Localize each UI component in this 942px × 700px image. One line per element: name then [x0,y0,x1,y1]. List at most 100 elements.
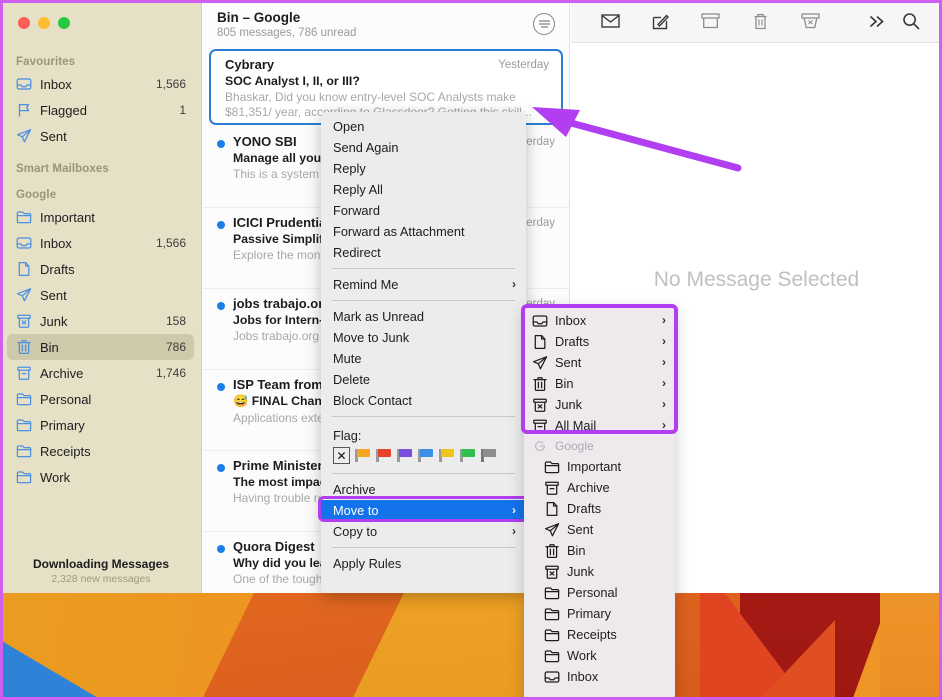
submenu-item-google-sent[interactable]: Sent [524,519,675,540]
menu-item-mark-as-unread[interactable]: Mark as Unread [321,306,526,327]
sidebar-item-count: 1,566 [155,236,186,250]
submenu-item-google-primary[interactable]: Primary [524,603,675,624]
flag-color-swatch[interactable] [397,449,413,462]
menu-item-remind-me[interactable]: Remind Me › [321,274,526,295]
menu-item-archive[interactable]: Archive [321,479,526,500]
sidebar-item-sent[interactable]: Sent [7,123,194,149]
menu-item-label: Open [333,119,365,134]
submenu-item-google-important[interactable]: Important [524,456,675,477]
menu-separator [332,473,515,474]
submenu-item-google-inbox[interactable]: Inbox [524,666,675,687]
menu-item-delete[interactable]: Delete [321,369,526,390]
submenu-item-drafts[interactable]: Drafts › [524,331,675,352]
maximize-button[interactable] [58,17,70,29]
sidebar: Favourites Inbox 1,566 Flagged 1 Sent Smart Ma… [0,0,202,593]
sidebar-item-important[interactable]: Important [7,204,194,230]
unread-dot [217,545,225,553]
sidebar-item-work[interactable]: Work [7,464,194,490]
inbox-icon [544,669,560,685]
submenu-item-google-work[interactable]: Work [524,645,675,666]
submenu-item-google-archive[interactable]: Archive [524,477,675,498]
menu-item-move-to-junk[interactable]: Move to Junk [321,327,526,348]
sidebar-item-inbox[interactable]: Inbox 1,566 [7,230,194,256]
sidebar-item-junk[interactable]: Junk 158 [7,308,194,334]
menu-item-reply-all[interactable]: Reply All [321,179,526,200]
mark-unread-icon[interactable] [585,0,635,43]
flag-color-swatch[interactable] [376,449,392,462]
menu-item-open[interactable]: Open [321,116,526,137]
menu-item-block-contact[interactable]: Block Contact [321,390,526,411]
move-to-submenu[interactable]: Inbox › Drafts › Sent › Bin › Junk › All Mail › Goog… [524,306,675,700]
menu-item-redirect[interactable]: Redirect [321,242,526,263]
sidebar-item-label: Drafts [40,261,75,277]
flag-color-swatch[interactable] [355,449,371,462]
menu-item-reply[interactable]: Reply [321,158,526,179]
submenu-item-google-receipts[interactable]: Receipts [524,624,675,645]
archive-icon[interactable] [685,0,735,43]
drafts-icon [15,261,32,278]
more-icon[interactable] [860,0,894,43]
submenu-item-sent[interactable]: Sent › [524,352,675,373]
sidebar-item-inbox[interactable]: Inbox 1,566 [7,71,194,97]
sidebar-item-bin[interactable]: Bin 786 [7,334,194,360]
menu-item-apply-rules[interactable]: Apply Rules [321,553,526,574]
menu-item-copy-to[interactable]: Copy to › [321,521,526,542]
filter-icon[interactable] [533,13,555,35]
search-icon[interactable] [894,0,928,43]
submenu-item-google-drafts[interactable]: Drafts [524,498,675,519]
flag-color-swatch[interactable] [439,449,455,462]
submenu-item-label: Bin [555,376,574,391]
close-button[interactable] [18,17,30,29]
sidebar-item-label: Sent [40,287,67,303]
flag-picker[interactable]: Flag: ✕ [321,422,526,468]
sidebar-item-sent[interactable]: Sent [7,282,194,308]
submenu-item-bin[interactable]: Bin › [524,373,675,394]
sidebar-item-receipts[interactable]: Receipts [7,438,194,464]
folder-icon [544,585,560,601]
sidebar-item-drafts[interactable]: Drafts [7,256,194,282]
submenu-item-google-personal[interactable]: Personal [524,582,675,603]
inbox-icon [15,235,32,252]
sidebar-item-flagged[interactable]: Flagged 1 [7,97,194,123]
submenu-item-google-bin[interactable]: Bin [524,540,675,561]
sidebar-item-label: Archive [40,365,84,381]
menu-separator [332,268,515,269]
folder-icon [15,469,32,486]
menu-item-move-to[interactable]: Move to › [321,500,526,521]
submenu-item-all-mail[interactable]: All Mail › [524,415,675,436]
drafts-icon [544,501,560,517]
menu-separator [332,300,515,301]
submenu-item-label: Inbox [567,669,599,684]
chevron-right-icon: › [512,524,516,538]
delete-icon[interactable] [735,0,785,43]
menu-item-mute[interactable]: Mute [321,348,526,369]
sidebar-item-label: Important [40,209,95,225]
compose-icon[interactable] [635,0,685,43]
menu-item-forward-as-attachment[interactable]: Forward as Attachment [321,221,526,242]
context-menu[interactable]: Open Send Again Reply Reply All Forward Forwa… [321,112,526,593]
flag-color-swatch[interactable] [460,449,476,462]
sidebar-item-archive[interactable]: Archive 1,746 [7,360,194,386]
submenu-group-label: Google [555,439,594,453]
submenu-item-junk[interactable]: Junk › [524,394,675,415]
menu-item-send-again[interactable]: Send Again [321,137,526,158]
minimize-button[interactable] [38,17,50,29]
flag-none-swatch[interactable]: ✕ [333,447,350,464]
sidebar-section-header: Smart Mailboxes [16,163,109,175]
status-detail: 2,328 new messages [51,573,151,585]
flag-color-swatch[interactable] [481,449,497,462]
menu-item-forward[interactable]: Forward [321,200,526,221]
chevron-right-icon: › [662,418,666,432]
sidebar-item-label: Flagged [40,102,87,118]
submenu-item-inbox[interactable]: Inbox › [524,310,675,331]
wallpaper-blue-triangle [0,640,105,700]
sidebar-item-primary[interactable]: Primary [7,412,194,438]
flag-color-swatch[interactable] [418,449,434,462]
window-traffic-lights[interactable] [18,17,70,29]
archive-icon [544,480,560,496]
sidebar-item-personal[interactable]: Personal [7,386,194,412]
junk-icon[interactable] [785,0,835,43]
submenu-item-label: Junk [567,564,595,579]
submenu-item-google-junk[interactable]: Junk [524,561,675,582]
sidebar-item-label: Sent [40,128,67,144]
